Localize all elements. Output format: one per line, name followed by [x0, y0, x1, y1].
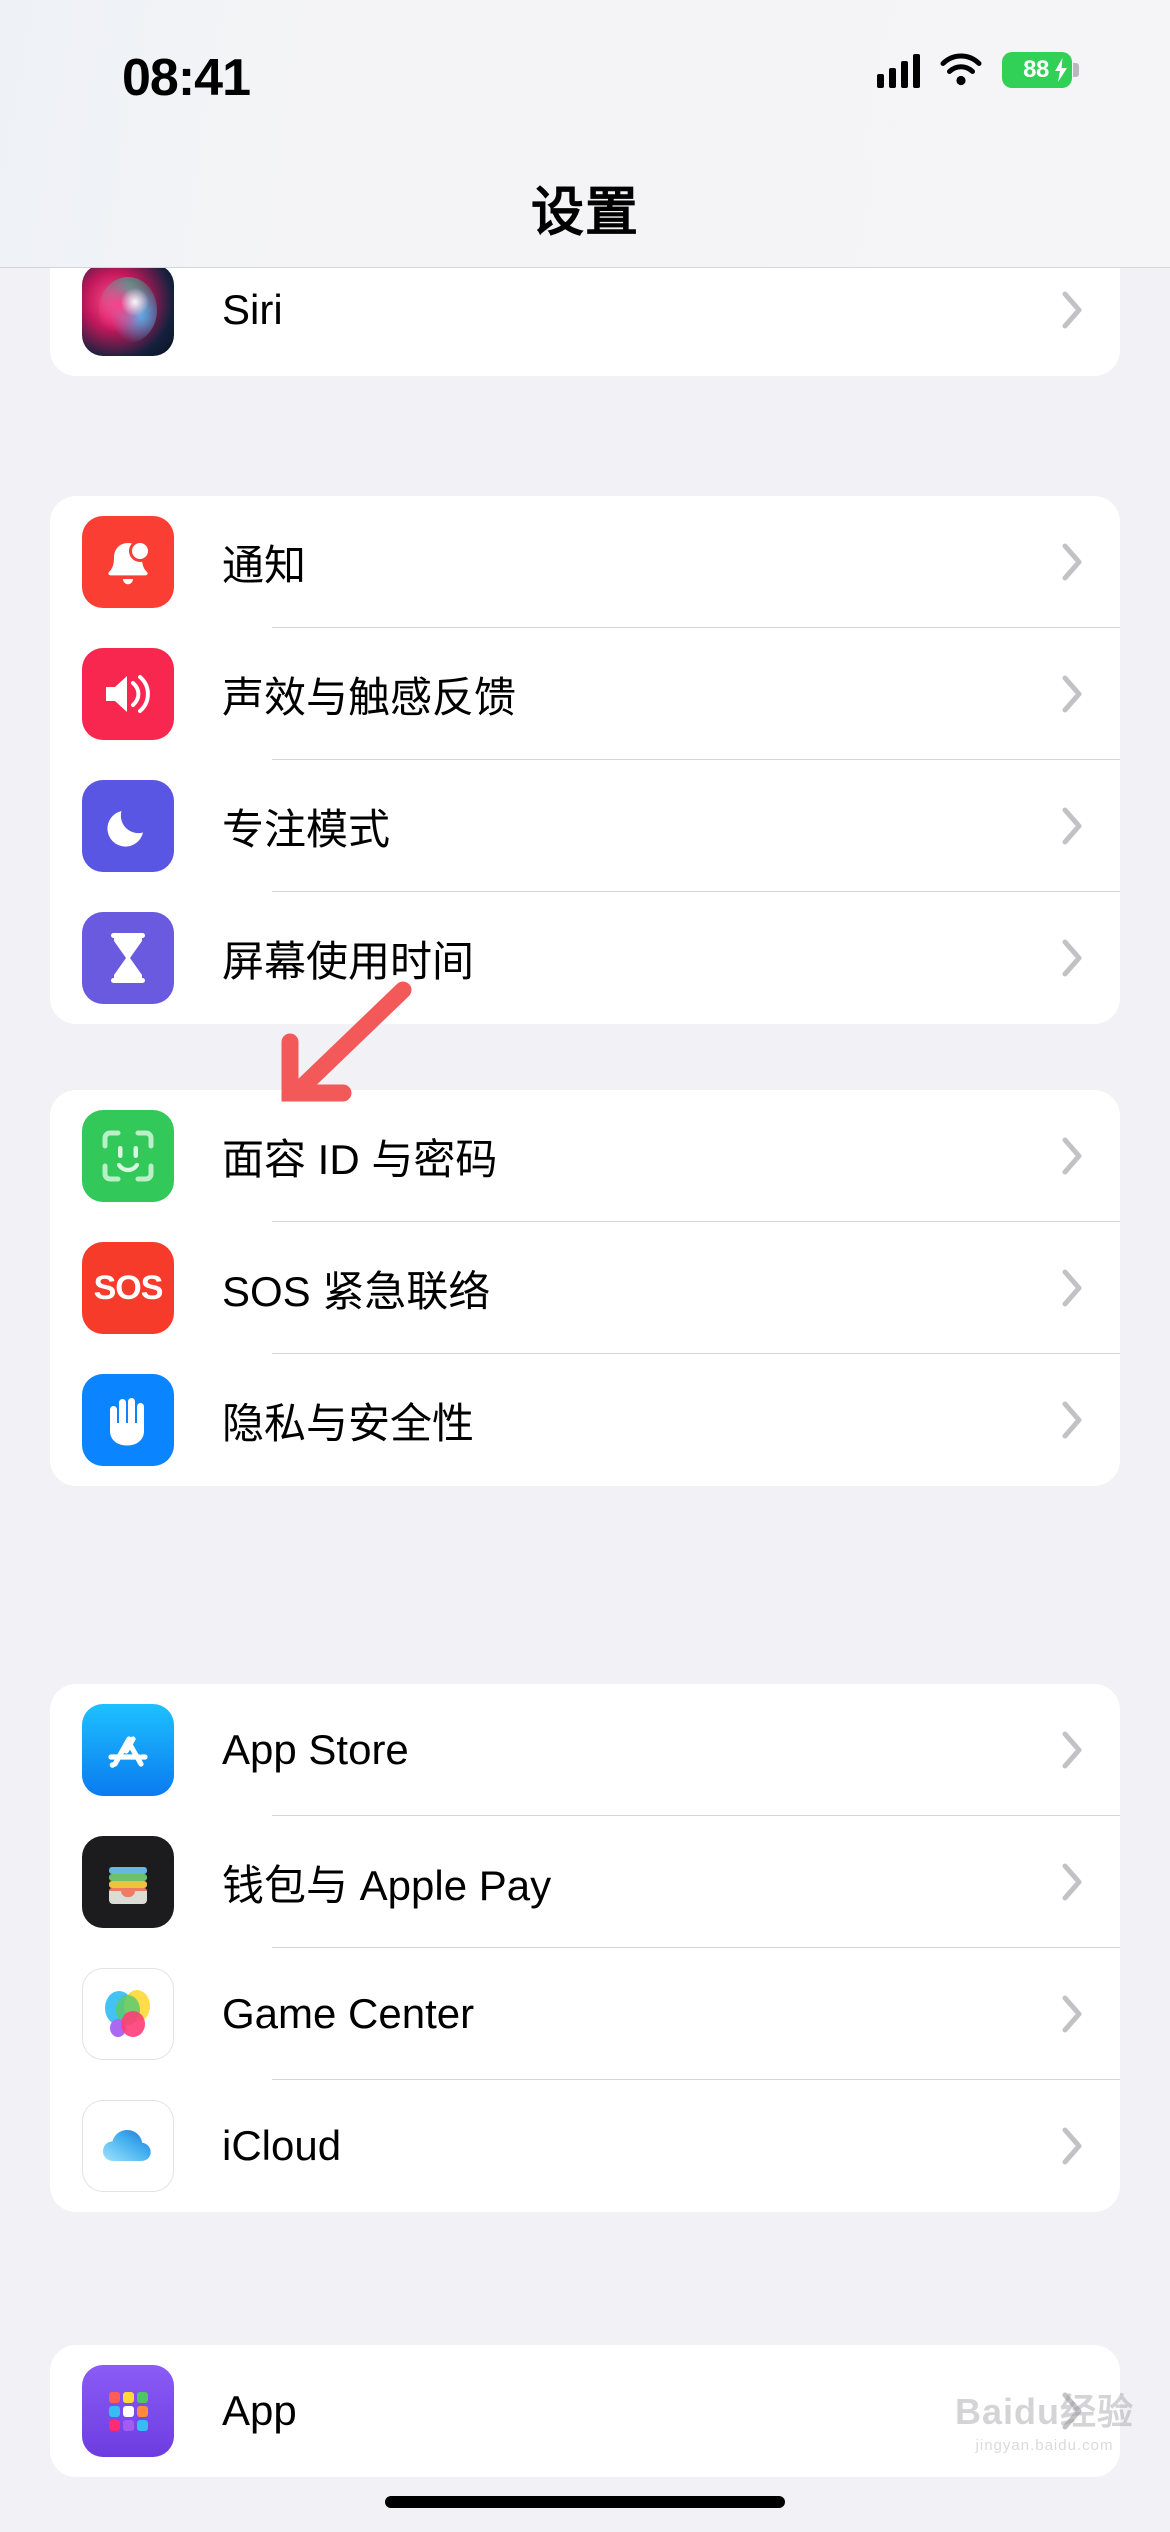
status-bar: 08:41 88: [0, 0, 1170, 160]
settings-group-security: 面容 ID 与密码 SOS SOS 紧急联络 隐私与安全性: [50, 1090, 1120, 1486]
settings-group-services: App Store 钱包与 Apple Pay Game Center iClo…: [50, 1684, 1120, 2212]
moon-icon: [82, 780, 174, 872]
list-item-label: SOS 紧急联络: [222, 1267, 491, 1315]
list-item-label: 面容 ID 与密码: [222, 1135, 498, 1183]
chevron-right-icon: [1062, 1995, 1084, 2033]
chevron-right-icon: [1062, 807, 1084, 845]
sidebar-item-icloud[interactable]: iCloud: [50, 2080, 1120, 2212]
hourglass-icon: [82, 912, 174, 1004]
list-item-label: 声效与触感反馈: [222, 673, 517, 721]
list-item-label: 专注模式: [222, 805, 391, 853]
list-item-label: 钱包与 Apple Pay: [222, 1861, 552, 1909]
face-id-icon: [82, 1110, 174, 1202]
sidebar-item-emergency-sos[interactable]: SOS SOS 紧急联络: [50, 1222, 1120, 1354]
chevron-right-icon: [1062, 2392, 1084, 2430]
chevron-right-icon: [1062, 939, 1084, 977]
bell-icon: [82, 516, 174, 608]
chevron-right-icon: [1062, 1401, 1084, 1439]
sidebar-item-siri[interactable]: Siri: [50, 244, 1120, 376]
chevron-right-icon: [1062, 675, 1084, 713]
settings-group-system: 通知 声效与触感反馈 专注模式 屏幕使用时间: [50, 496, 1120, 1024]
sidebar-item-app[interactable]: App: [50, 2345, 1120, 2477]
siri-icon: [82, 264, 174, 356]
chevron-right-icon: [1062, 291, 1084, 329]
app-store-icon: [82, 1704, 174, 1796]
sidebar-item-screen-time[interactable]: 屏幕使用时间: [50, 892, 1120, 1024]
speaker-icon: [82, 648, 174, 740]
page-title: 设置: [531, 183, 639, 242]
battery-cap: [1073, 63, 1079, 77]
sidebar-item-app-store[interactable]: App Store: [50, 1684, 1120, 1816]
list-item-label: App: [222, 2387, 297, 2434]
charging-bolt-icon: [1055, 58, 1067, 82]
game-center-icon: [82, 1968, 174, 2060]
battery-level-text: 88: [1023, 56, 1049, 83]
chevron-right-icon: [1062, 2127, 1084, 2165]
chevron-right-icon: [1062, 1269, 1084, 1307]
sidebar-item-game-center[interactable]: Game Center: [50, 1948, 1120, 2080]
chevron-right-icon: [1062, 1137, 1084, 1175]
list-item-label: Game Center: [222, 1990, 475, 2037]
list-item-label: 通知: [222, 541, 307, 589]
list-item-label: 屏幕使用时间: [222, 937, 475, 985]
list-item-label: App Store: [222, 1726, 409, 1773]
list-item-label: 隐私与安全性: [222, 1399, 475, 1447]
chevron-right-icon: [1062, 1731, 1084, 1769]
settings-scroll-view[interactable]: Siri 通知 声效与触感反馈 专注模式 屏幕使用时间 面容 ID 与密码 SO…: [0, 0, 1170, 2532]
sos-icon: SOS: [82, 1242, 174, 1334]
wallet-icon: [82, 1836, 174, 1928]
settings-group-apps: App: [50, 2345, 1120, 2477]
home-indicator[interactable]: [385, 2496, 785, 2508]
app-grid-icon: [82, 2365, 174, 2457]
cellular-signal-icon: [877, 52, 920, 88]
list-item-label: Siri: [222, 286, 283, 333]
status-bar-time: 08:41: [122, 49, 251, 107]
sidebar-item-privacy-security[interactable]: 隐私与安全性: [50, 1354, 1120, 1486]
sidebar-item-face-id[interactable]: 面容 ID 与密码: [50, 1090, 1120, 1222]
list-item-label: iCloud: [222, 2122, 342, 2169]
status-bar-indicators: 88: [877, 52, 1079, 88]
wifi-icon: [940, 53, 982, 87]
sidebar-item-focus[interactable]: 专注模式: [50, 760, 1120, 892]
chevron-right-icon: [1062, 1863, 1084, 1901]
sidebar-item-sounds-haptics[interactable]: 声效与触感反馈: [50, 628, 1120, 760]
icloud-icon: [82, 2100, 174, 2192]
chevron-right-icon: [1062, 543, 1084, 581]
battery-charging-icon: 88: [1002, 52, 1079, 88]
sos-icon-text: SOS: [93, 1268, 164, 1307]
sidebar-item-notifications[interactable]: 通知: [50, 496, 1120, 628]
sidebar-item-wallet-apple-pay[interactable]: 钱包与 Apple Pay: [50, 1816, 1120, 1948]
hand-raised-icon: [82, 1374, 174, 1466]
